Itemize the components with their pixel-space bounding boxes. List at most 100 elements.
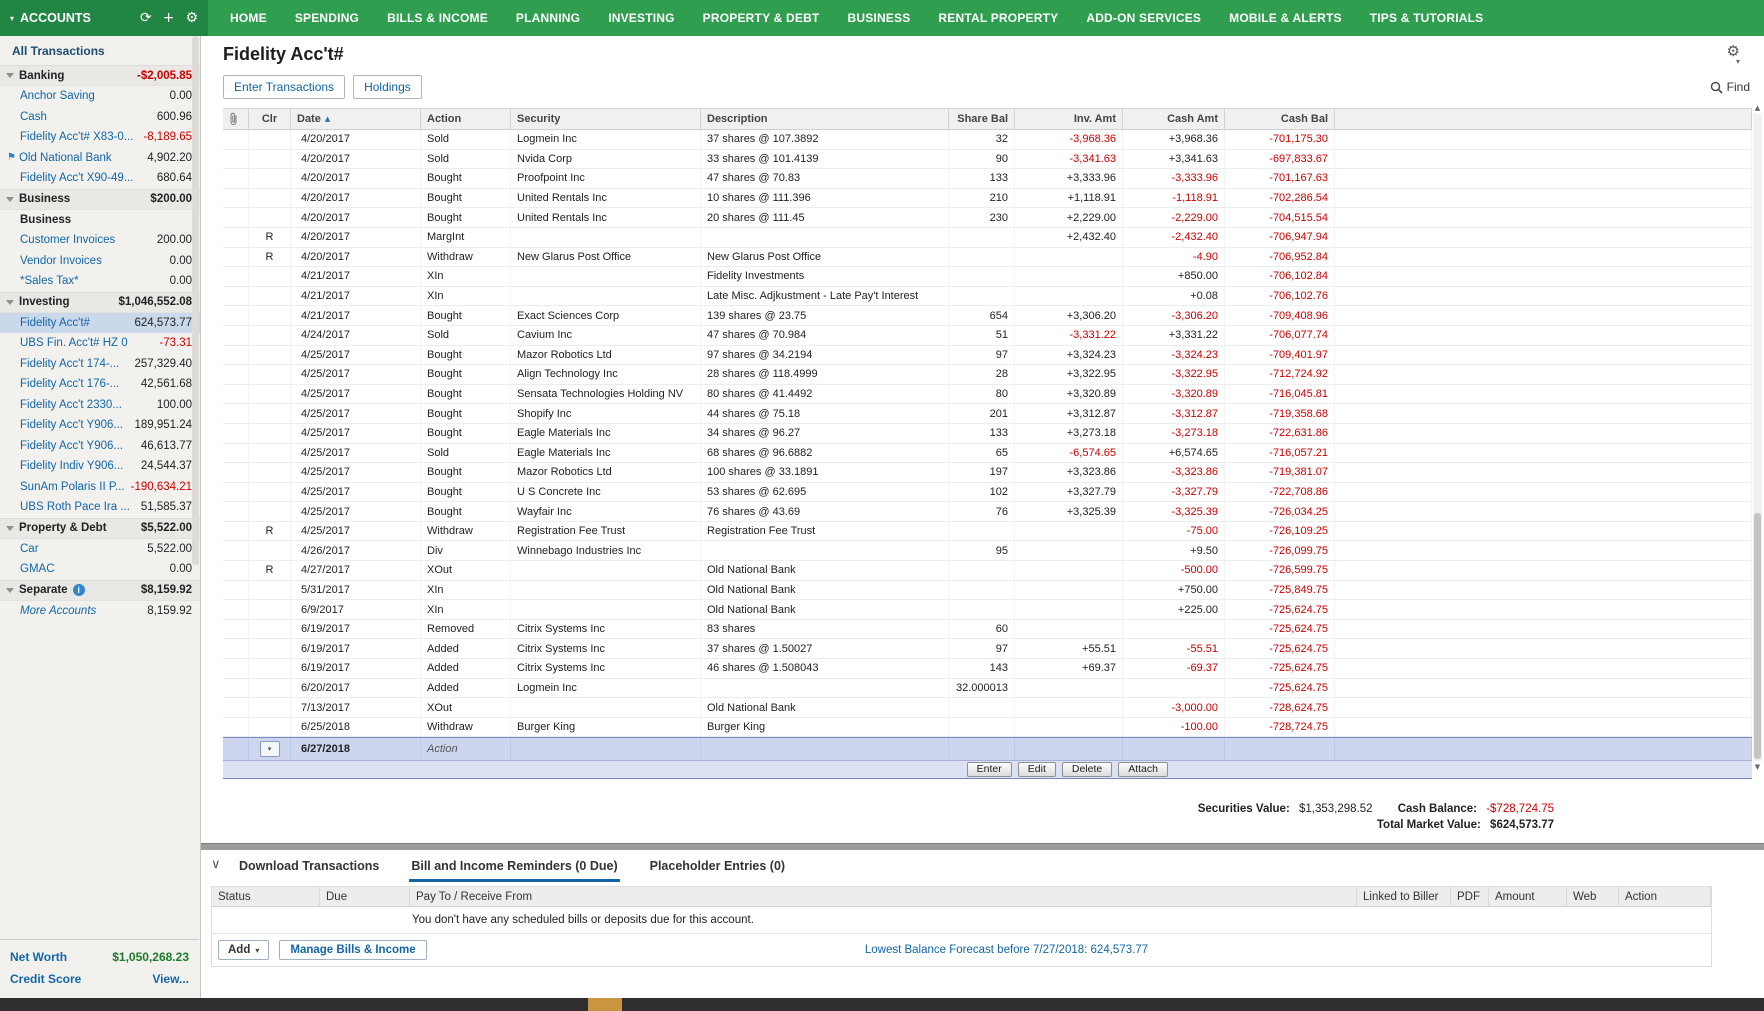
add-account-icon[interactable]: + [163,10,175,26]
refresh-icon[interactable]: ⟳ [140,10,152,26]
transaction-row[interactable]: 6/9/2017XInOld National Bank+225.00-725,… [223,600,1752,620]
manage-bills-income-button[interactable]: Manage Bills & Income [279,940,426,960]
edit-button[interactable]: Edit [1018,762,1056,777]
reminder-column-web[interactable]: Web [1567,887,1619,906]
column-header-inv-amt[interactable]: Inv. Amt [1015,109,1123,129]
entry-cashamt-field[interactable] [1123,738,1225,760]
entry-description-field[interactable] [701,738,949,760]
entry-action-field[interactable]: Action [421,738,511,760]
sidebar-account-anchor-saving[interactable]: Anchor Saving0.00 [0,86,200,107]
sidebar-account-fidelity-acc-t-y906[interactable]: Fidelity Acc't Y906...189,951.24 [0,415,200,436]
sidebar-scrollbar[interactable] [192,36,199,998]
transaction-row[interactable]: 4/26/2017DivWinnebago Industries Inc95+9… [223,541,1752,561]
column-header-clr[interactable]: Clr [249,109,291,129]
transaction-row[interactable]: 4/21/2017XInFidelity Investments+850.00-… [223,267,1752,287]
reminder-column-linked-to-biller[interactable]: Linked to Biller [1357,887,1451,906]
nav-item-spending[interactable]: SPENDING [281,11,373,25]
enter-transactions-button[interactable]: Enter Transactions [223,75,345,99]
scrollbar-thumb[interactable] [1754,513,1761,759]
reminder-column-due[interactable]: Due [320,887,410,906]
transaction-row[interactable]: 4/21/2017BoughtExact Sciences Corp139 sh… [223,306,1752,326]
nav-item-rental-property[interactable]: RENTAL PROPERTY [924,11,1072,25]
entry-security-field[interactable] [511,738,701,760]
register-menu-caret-icon[interactable]: ▾ [1736,58,1740,66]
delete-button[interactable]: Delete [1062,762,1112,777]
entry-date-field[interactable]: 6/27/2018 [291,738,421,760]
transaction-row[interactable]: 4/20/2017BoughtUnited Rentals Inc20 shar… [223,208,1752,228]
transaction-row[interactable]: 4/20/2017BoughtUnited Rentals Inc10 shar… [223,189,1752,209]
sidebar-account-more-accounts[interactable]: More Accounts8,159.92 [0,601,200,622]
scroll-up-icon[interactable]: ▲ [1755,102,1760,114]
column-header-action[interactable]: Action [421,109,511,129]
sidebar-section-separate[interactable]: Separatei$8,159.92 [0,580,200,601]
transaction-row[interactable]: 4/20/2017BoughtProofpoint Inc47 shares @… [223,169,1752,189]
collapse-panel-icon[interactable]: ∨ [211,857,221,872]
transaction-row[interactable]: 4/25/2017BoughtShopify Inc44 shares @ 75… [223,404,1752,424]
nav-item-tips-tutorials[interactable]: TIPS & TUTORIALS [1356,11,1498,25]
credit-score-view-link[interactable]: View... [152,972,189,986]
reminder-column-pay-to-receive-from[interactable]: Pay To / Receive From [410,887,1357,906]
tab-placeholder-entries[interactable]: Placeholder Entries (0) [648,851,787,882]
transaction-row[interactable]: R4/20/2017MargInt+2,432.40-2,432.40-706,… [223,228,1752,248]
attach-button[interactable]: Attach [1118,762,1168,777]
sidebar-account-business[interactable]: Business [0,210,200,231]
reminder-column-action[interactable]: Action [1619,887,1711,906]
transaction-row[interactable]: 6/19/2017AddedCitrix Systems Inc46 share… [223,659,1752,679]
sidebar-account-sales-tax[interactable]: *Sales Tax*0.00 [0,271,200,292]
sidebar-scroll-thumb[interactable] [192,36,199,565]
sidebar-section-business[interactable]: Business$200.00 [0,189,200,210]
transaction-row[interactable]: 6/19/2017AddedCitrix Systems Inc37 share… [223,639,1752,659]
column-header-security[interactable]: Security [511,109,701,129]
transaction-row[interactable]: 4/20/2017SoldNvida Corp33 shares @ 101.4… [223,150,1752,170]
transaction-row[interactable]: 4/25/2017BoughtWayfair Inc76 shares @ 43… [223,502,1752,522]
reminder-column-amount[interactable]: Amount [1489,887,1567,906]
enter-button[interactable]: Enter [967,762,1012,777]
transaction-row[interactable]: 5/31/2017XInOld National Bank+750.00-725… [223,581,1752,601]
transaction-row[interactable]: 7/13/2017XOutOld National Bank-3,000.00-… [223,698,1752,718]
sidebar-account-customer-invoices[interactable]: Customer Invoices200.00 [0,230,200,251]
sidebar-account-ubs-roth-pace-ira[interactable]: UBS Roth Pace Ira ...51,585.37 [0,497,200,518]
accounts-header[interactable]: ▾ ACCOUNTS ⟳ + ⚙ [0,0,208,36]
sidebar-section-banking[interactable]: Banking-$2,005.85 [0,65,200,86]
settings-gear-icon[interactable]: ⚙ [185,10,198,26]
column-header-share-bal[interactable]: Share Bal [949,109,1015,129]
nav-item-bills-income[interactable]: BILLS & INCOME [373,11,502,25]
sidebar-account-ubs-fin-acc-t-hz-0[interactable]: UBS Fin. Acc't# HZ 0-73.31 [0,333,200,354]
transaction-row[interactable]: R4/25/2017WithdrawRegistration Fee Trust… [223,522,1752,542]
sidebar-account-fidelity-acc-t-174[interactable]: Fidelity Acc't 174-...257,329.40 [0,354,200,375]
entry-dropdown-button[interactable]: ▾ [260,741,280,757]
credit-score-label[interactable]: Credit Score [10,972,81,986]
column-header-cash-bal[interactable]: Cash Bal [1225,109,1335,129]
register-scrollbar[interactable]: ▲ ▼ [1752,102,1763,773]
sidebar-account-gmac[interactable]: GMAC0.00 [0,559,200,580]
register-gear-icon[interactable]: ⚙ [1727,44,1740,58]
nav-item-property-debt[interactable]: PROPERTY & DEBT [689,11,834,25]
find-control[interactable]: Find [1710,80,1750,94]
attachment-column-header[interactable] [223,109,249,129]
transaction-row[interactable]: 4/25/2017BoughtMazor Robotics Ltd100 sha… [223,463,1752,483]
sidebar-account-fidelity-indiv-y906[interactable]: Fidelity Indiv Y906...24,544.37 [0,456,200,477]
taskbar-app-accent[interactable] [588,998,622,1011]
column-header-description[interactable]: Description [701,109,949,129]
transaction-row[interactable]: R4/27/2017XOutOld National Bank-500.00-7… [223,561,1752,581]
sidebar-account-old-national-bank[interactable]: ⚑Old National Bank4,902.20 [0,148,200,169]
transaction-row[interactable]: 6/25/2018WithdrawBurger KingBurger King-… [223,718,1752,738]
column-header-cash-amt[interactable]: Cash Amt [1123,109,1225,129]
nav-item-mobile-alerts[interactable]: MOBILE & ALERTS [1215,11,1356,25]
sidebar-section-property-debt[interactable]: Property & Debt$5,522.00 [0,518,200,539]
transaction-row[interactable]: R4/20/2017WithdrawNew Glarus Post Office… [223,248,1752,268]
transaction-row[interactable]: 4/25/2017BoughtMazor Robotics Ltd97 shar… [223,346,1752,366]
nav-item-planning[interactable]: PLANNING [502,11,594,25]
sidebar-account-fidelity-acc-t-176[interactable]: Fidelity Acc't 176-...42,561.68 [0,374,200,395]
entry-invamt-field[interactable] [1015,738,1123,760]
transaction-row[interactable]: 4/24/2017SoldCavium Inc47 shares @ 70.98… [223,326,1752,346]
nav-item-add-on-services[interactable]: ADD-ON SERVICES [1072,11,1215,25]
sidebar-account-sunam-polaris-ii-p[interactable]: SunAm Polaris II P...-190,634.21 [0,477,200,498]
sidebar-account-cash[interactable]: Cash600.96 [0,107,200,128]
transaction-row[interactable]: 4/25/2017BoughtSensata Technologies Hold… [223,385,1752,405]
lowest-balance-forecast-link[interactable]: Lowest Balance Forecast before 7/27/2018… [865,944,1148,956]
scroll-down-icon[interactable]: ▼ [1755,761,1760,773]
nav-item-home[interactable]: HOME [216,11,281,25]
entry-cashbal-field[interactable] [1225,738,1335,760]
entry-sharebal-field[interactable] [949,738,1015,760]
